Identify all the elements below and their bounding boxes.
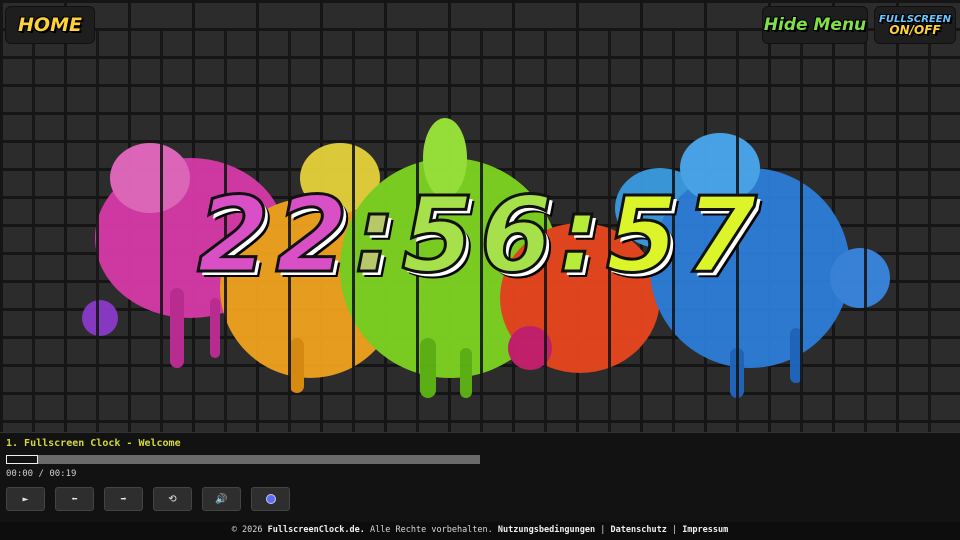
play-button[interactable]: ► — [6, 487, 45, 511]
clock-display: 22:56:57 — [0, 174, 960, 296]
volume-icon: 🔊 — [215, 493, 228, 505]
home-button[interactable]: HOME — [5, 6, 95, 44]
rights-text: Alle Rechte vorbehalten. — [369, 525, 493, 535]
arrow-left-icon: ⬅ — [71, 493, 78, 505]
player-controls: ► ⬅ ➡ ⟲ 🔊 — [6, 487, 290, 511]
footer-separator: | — [671, 525, 678, 535]
home-label: HOME — [18, 14, 82, 36]
copyright-prefix: © 2026 — [231, 525, 263, 535]
footer: © 2026 FullscreenClock.de. Alle Rechte v… — [0, 522, 960, 540]
clock-hours: 22 — [196, 174, 355, 296]
next-button[interactable]: ➡ — [104, 487, 143, 511]
volume-button[interactable]: 🔊 — [202, 487, 241, 511]
footer-separator: | — [600, 525, 606, 535]
clock-separator: : — [353, 174, 402, 296]
clock-separator: : — [557, 174, 606, 296]
clock-minutes: 56 — [400, 174, 559, 296]
arrow-right-icon: ➡ — [120, 493, 127, 505]
play-icon: ► — [22, 493, 29, 505]
record-button[interactable] — [251, 487, 290, 511]
track-title: 1. Fullscreen Clock - Welcome — [6, 438, 181, 449]
hide-menu-label: Hide Menu — [763, 15, 867, 35]
progress-bar[interactable] — [6, 455, 480, 464]
time-display: 00:00 / 00:19 — [6, 469, 77, 479]
repeat-icon: ⟲ — [168, 493, 177, 505]
audio-player: 1. Fullscreen Clock - Welcome 00:00 / 00… — [0, 432, 960, 523]
fullscreen-onoff-label: ON/OFF — [889, 23, 941, 37]
imprint-link[interactable]: Impressum — [682, 525, 728, 535]
repeat-button[interactable]: ⟲ — [153, 487, 192, 511]
privacy-link[interactable]: Datenschutz — [611, 525, 667, 535]
hide-menu-button[interactable]: Hide Menu — [762, 6, 868, 44]
terms-link[interactable]: Nutzungsbedingungen — [498, 525, 595, 535]
record-icon — [265, 494, 276, 504]
site-link[interactable]: FullscreenClock.de. — [268, 525, 365, 535]
previous-button[interactable]: ⬅ — [55, 487, 94, 511]
clock-seconds: 57 — [604, 174, 763, 296]
progress-handle[interactable] — [6, 455, 38, 464]
fullscreen-toggle-button[interactable]: FULLSCREEN ON/OFF — [874, 6, 956, 44]
